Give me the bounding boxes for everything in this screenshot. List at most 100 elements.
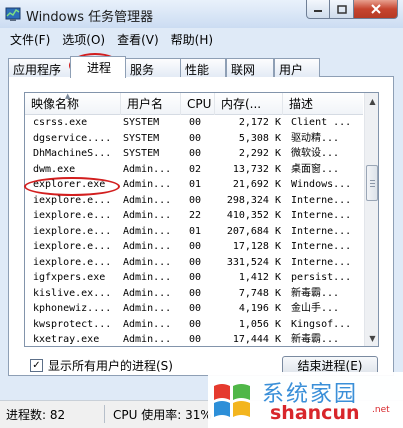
- menu-view[interactable]: 查看(V): [111, 30, 165, 48]
- process-row[interactable]: dwm.exe Admin... 02 13,732 K 桌面窗...: [25, 162, 363, 178]
- process-count: 进程数: 82: [6, 408, 66, 422]
- process-memory: 1,412 K: [238, 272, 281, 283]
- show-all-users-option[interactable]: ✓ 显示所有用户的进程(S): [30, 357, 173, 374]
- process-cpu: 00: [189, 117, 202, 128]
- process-user: Admin...: [123, 272, 172, 283]
- process-description: Interne...: [291, 225, 352, 237]
- task-manager-icon: [5, 7, 21, 21]
- process-name: iexplore.e...: [33, 210, 112, 221]
- process-memory: 331,524 K: [226, 256, 281, 268]
- sort-ascending-icon: ▲: [65, 93, 71, 100]
- process-user: Admin...: [123, 241, 172, 252]
- show-all-users-label: 显示所有用户的进程(S): [48, 359, 173, 373]
- process-name: kxetray.exe: [33, 334, 100, 345]
- process-description: Interne...: [291, 194, 352, 206]
- maximize-button[interactable]: [330, 0, 354, 19]
- process-row[interactable]: iexplore.e... Admin... 22 410,352 K Interne.…: [25, 208, 363, 224]
- process-user: Admin...: [123, 287, 172, 299]
- process-description: 桌面窗...: [291, 163, 340, 175]
- process-memory: 207,684 K: [226, 225, 281, 237]
- scroll-down-icon[interactable]: ▼: [365, 330, 378, 346]
- process-cpu: 00: [189, 194, 202, 206]
- process-user: Admin...: [123, 225, 172, 237]
- menu-bar: 文件(F) 选项(O) 查看(V) 帮助(H): [4, 30, 399, 48]
- process-description: Client ...: [291, 117, 352, 128]
- process-row[interactable]: kwsprotect... Admin... 00 1,056 K Kingsof...: [25, 317, 363, 333]
- process-list: ▲ 映像名称 用户名 CPU 内存(... 描述 csrss.exe SYSTEM…: [24, 92, 379, 347]
- scroll-up-icon[interactable]: ▲: [365, 93, 378, 109]
- close-button[interactable]: [354, 0, 398, 19]
- minimize-button[interactable]: [306, 0, 330, 19]
- scroll-thumb[interactable]: [366, 165, 378, 201]
- menu-file[interactable]: 文件(F): [4, 30, 56, 48]
- process-user: Admin...: [123, 303, 172, 314]
- process-name: explorer.exe: [33, 179, 106, 190]
- column-description[interactable]: 描述: [283, 93, 363, 115]
- tab-networking[interactable]: 联网: [226, 58, 274, 77]
- process-memory: 17,128 K: [232, 241, 281, 252]
- process-row[interactable]: csrss.exe SYSTEM 00 2,172 K Client ...: [25, 115, 363, 131]
- menu-help[interactable]: 帮助(H): [165, 30, 219, 48]
- process-memory: 5,308 K: [238, 132, 281, 144]
- process-description: Interne...: [291, 210, 352, 221]
- process-row[interactable]: explorer.exe Admin... 01 21,692 K Windows...: [25, 177, 363, 193]
- tab-users[interactable]: 用户: [274, 58, 320, 77]
- process-name: iexplore.e...: [33, 225, 112, 237]
- menu-options[interactable]: 选项(O): [56, 30, 111, 48]
- process-row[interactable]: igfxpers.exe Admin... 00 1,412 K persist...: [25, 270, 363, 286]
- process-memory: 298,324 K: [226, 194, 281, 206]
- process-user: Admin...: [123, 210, 172, 221]
- process-user: SYSTEM: [123, 117, 160, 128]
- process-user: SYSTEM: [123, 132, 160, 144]
- process-description: persist...: [291, 272, 352, 283]
- process-user: Admin...: [123, 194, 172, 206]
- process-description: 新毒霸...: [291, 334, 340, 345]
- process-row[interactable]: DhMachineS... SYSTEM 00 2,292 K 微软设...: [25, 146, 363, 162]
- process-cpu: 00: [189, 132, 202, 144]
- process-description: Interne...: [291, 256, 352, 268]
- process-user: Admin...: [123, 334, 172, 345]
- tab-applications[interactable]: 应用程序: [8, 58, 71, 77]
- cpu-usage: CPU 使用率: 31%: [113, 408, 212, 422]
- tab-services[interactable]: 服务: [125, 58, 181, 77]
- process-row[interactable]: kxetray.exe Admin... 00 17,444 K 新毒霸...: [25, 332, 363, 346]
- process-name: iexplore.e...: [33, 256, 112, 268]
- column-user-name[interactable]: 用户名: [121, 93, 181, 115]
- tab-performance[interactable]: 性能: [180, 58, 226, 77]
- process-cpu: 01: [189, 225, 202, 237]
- process-row[interactable]: iexplore.e... Admin... 01 207,684 K Interne.…: [25, 224, 363, 240]
- process-name: igfxpers.exe: [33, 272, 106, 283]
- process-row[interactable]: iexplore.e... Admin... 00 17,128 K Interne..…: [25, 239, 363, 255]
- watermark-english-text: shancun: [270, 402, 360, 424]
- process-cpu: 22: [189, 210, 202, 221]
- process-memory: 2,172 K: [238, 117, 281, 128]
- vertical-scrollbar[interactable]: ▲ ▼: [364, 93, 378, 346]
- process-cpu: 00: [189, 256, 202, 268]
- show-all-users-checkbox[interactable]: ✓: [30, 359, 43, 372]
- column-image-name[interactable]: ▲ 映像名称: [25, 93, 121, 115]
- process-row[interactable]: iexplore.e... Admin... 00 298,324 K Interne.…: [25, 193, 363, 209]
- process-cpu: 00: [189, 272, 202, 283]
- process-user: Admin...: [123, 318, 172, 330]
- process-name: kphonewiz....: [33, 303, 112, 314]
- process-user: Admin...: [123, 163, 172, 175]
- tab-processes[interactable]: 进程: [70, 56, 126, 78]
- process-name: DhMachineS...: [33, 148, 112, 159]
- maximize-icon: [336, 4, 347, 14]
- process-user: Admin...: [123, 179, 172, 190]
- list-header: ▲ 映像名称 用户名 CPU 内存(... 描述: [25, 93, 363, 115]
- title-bar[interactable]: Windows 任务管理器: [0, 0, 403, 28]
- process-row[interactable]: dgservice.... SYSTEM 00 5,308 K 驱动精...: [25, 131, 363, 147]
- process-row[interactable]: iexplore.e... Admin... 00 331,524 K Interne.…: [25, 255, 363, 271]
- column-cpu[interactable]: CPU: [181, 93, 215, 115]
- process-row[interactable]: kphonewiz.... Admin... 00 4,196 K 金山手...: [25, 301, 363, 317]
- process-memory: 13,732 K: [232, 163, 281, 175]
- process-name: kwsprotect...: [33, 318, 112, 330]
- process-user: Admin...: [123, 256, 172, 268]
- process-memory: 7,748 K: [238, 287, 281, 299]
- process-name: csrss.exe: [33, 117, 88, 128]
- process-name: dgservice....: [33, 132, 112, 144]
- process-row[interactable]: kislive.ex... Admin... 00 7,748 K 新毒霸...: [25, 286, 363, 302]
- windows-logo-icon: [214, 384, 250, 417]
- column-memory[interactable]: 内存(...: [215, 93, 283, 115]
